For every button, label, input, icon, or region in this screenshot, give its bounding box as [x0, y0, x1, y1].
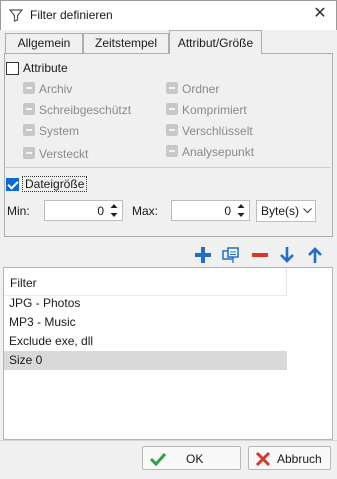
- section-divider: [5, 167, 331, 168]
- list-item[interactable]: Exclude exe, dll: [4, 332, 287, 351]
- filter-column-label: Filter: [10, 276, 37, 290]
- max-value: 0: [224, 204, 231, 218]
- spin-arrows-icon[interactable]: [109, 202, 119, 219]
- max-label: Max:: [132, 204, 159, 218]
- min-value: 0: [97, 204, 104, 218]
- max-size-spinner[interactable]: 0: [171, 200, 250, 221]
- list-item[interactable]: JPG - Photos: [4, 294, 287, 313]
- copy-icon[interactable]: [221, 245, 241, 265]
- system-label: System: [39, 124, 80, 138]
- unit-select[interactable]: Byte(s): [256, 200, 316, 222]
- verschluesselt-label: Verschlüsselt: [182, 124, 253, 138]
- list-item[interactable]: MP3 - Music: [4, 313, 287, 332]
- window-title: Filter definieren: [30, 8, 113, 22]
- check-icon: [149, 452, 167, 466]
- versteckt-label: Versteckt: [39, 147, 89, 161]
- plus-icon[interactable]: [193, 245, 213, 265]
- tab-allgemein[interactable]: Allgemein: [5, 33, 83, 53]
- archiv-checkbox[interactable]: [23, 82, 35, 94]
- dateigroesse-label: Dateigröße: [22, 176, 88, 192]
- arrow-up-icon[interactable]: [305, 245, 325, 265]
- unit-value: Byte(s): [261, 204, 300, 218]
- attribute-checkbox[interactable]: [6, 62, 19, 75]
- ordner-label: Ordner: [182, 82, 220, 96]
- filter-funnel-icon: [9, 9, 23, 22]
- tab-zeitstempel[interactable]: Zeitstempel: [83, 33, 169, 53]
- arrow-down-icon[interactable]: [277, 245, 297, 265]
- analysepunkt-label: Analysepunkt: [182, 145, 255, 159]
- analysepunkt-checkbox[interactable]: [166, 145, 178, 157]
- close-icon[interactable]: ✕: [312, 6, 328, 22]
- ok-label: OK: [186, 452, 204, 466]
- komprimiert-label: Komprimiert: [182, 103, 247, 117]
- schreibgeschuetzt-checkbox[interactable]: [23, 103, 35, 115]
- min-size-spinner[interactable]: 0: [44, 200, 123, 221]
- attribute-label: Attribute: [23, 61, 68, 75]
- cancel-label: Abbruch: [277, 452, 322, 466]
- cancel-button[interactable]: Abbruch: [248, 446, 331, 470]
- min-label: Min:: [7, 204, 30, 218]
- system-checkbox[interactable]: [23, 124, 35, 136]
- verschluesselt-checkbox[interactable]: [166, 124, 178, 136]
- versteckt-checkbox[interactable]: [23, 147, 35, 159]
- komprimiert-checkbox[interactable]: [166, 103, 178, 115]
- spin-arrows-icon[interactable]: [236, 202, 246, 219]
- minus-icon[interactable]: [250, 245, 270, 265]
- ordner-checkbox[interactable]: [166, 82, 178, 94]
- list-item-selected[interactable]: Size 0: [4, 351, 287, 370]
- tab-attribut-groesse[interactable]: Attribut/Größe: [169, 30, 262, 54]
- schreibgeschuetzt-label: Schreibgeschützt: [39, 103, 132, 117]
- chevron-down-icon: [303, 208, 312, 214]
- archiv-label: Archiv: [39, 82, 73, 96]
- x-icon: [255, 451, 271, 467]
- dateigroesse-checkbox[interactable]: [6, 178, 19, 191]
- ok-button[interactable]: OK: [142, 446, 241, 470]
- footer-divider: [0, 440, 337, 441]
- filter-list-header[interactable]: Filter: [4, 268, 287, 296]
